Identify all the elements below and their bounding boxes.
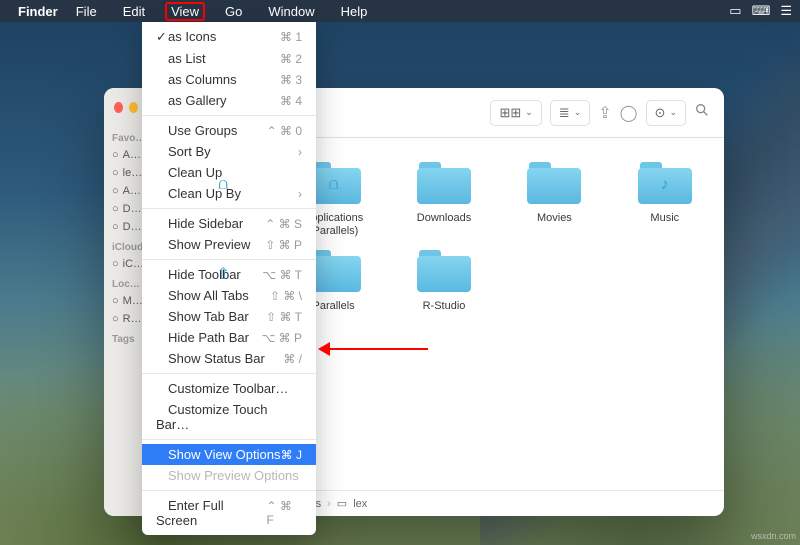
folder-icon — [413, 246, 475, 294]
menu-item[interactable]: Show Preview⇧ ⌘ P — [142, 234, 316, 255]
folder-label: Music — [650, 212, 679, 236]
folder-label: Parallels — [313, 300, 355, 324]
menubar: Finder File Edit View Go Window Help ▭ ⌨ ☰ — [0, 0, 800, 22]
menu-item[interactable]: Show View Options⌘ J — [142, 444, 316, 465]
menubar-item-go[interactable]: Go — [219, 2, 248, 21]
menu-item[interactable]: Clean Up — [142, 162, 316, 183]
folder-item[interactable]: Downloads — [391, 158, 497, 238]
keyboard-input-icon[interactable]: ⌨ — [752, 3, 771, 19]
menubar-item-file[interactable]: File — [70, 2, 103, 21]
menubar-item-edit[interactable]: Edit — [117, 2, 151, 21]
folder-label: Downloads — [417, 212, 471, 236]
menu-item[interactable]: Enter Full Screen⌃ ⌘ F — [142, 495, 316, 531]
folder-label: Movies — [537, 212, 572, 236]
menu-item[interactable]: Hide Sidebar⌃ ⌘ S — [142, 213, 316, 234]
menubar-item-window[interactable]: Window — [262, 2, 320, 21]
folder-icon — [413, 158, 475, 206]
group-by-button[interactable]: ≣ ⌄ — [550, 100, 590, 126]
folder-item[interactable]: Movies — [501, 158, 607, 238]
app-name[interactable]: Finder — [18, 4, 58, 19]
path-segment[interactable]: lex — [353, 498, 367, 510]
menu-extra-icon[interactable]: ☰ — [780, 3, 792, 19]
folder-icon — [523, 158, 585, 206]
view-mode-button[interactable]: ⊞⊞ ⌄ — [490, 100, 541, 126]
folder-label: R-Studio — [423, 300, 466, 324]
folder-icon: ▭ — [337, 497, 347, 510]
menu-item[interactable]: as List⌘ 2 — [142, 48, 316, 69]
menu-item[interactable]: as Gallery⌘ 4 — [142, 90, 316, 111]
action-menu-button[interactable]: ⊙ ⌄ — [646, 100, 686, 126]
menu-item: Show Preview Options — [142, 465, 316, 486]
menubar-item-help[interactable]: Help — [335, 2, 374, 21]
folder-icon: ♪ — [634, 158, 696, 206]
folder-item[interactable]: R-Studio — [391, 246, 497, 324]
menu-item[interactable]: Sort By› — [142, 141, 316, 162]
menu-item[interactable]: Show All Tabs⇧ ⌘ \ — [142, 285, 316, 306]
control-center-icon[interactable]: ▭ — [729, 3, 741, 19]
menu-item[interactable]: Clean Up By› — [142, 183, 316, 204]
tags-icon[interactable]: ◯ — [620, 103, 638, 123]
watermark: wsxdn.com — [751, 531, 796, 541]
menu-item[interactable]: Hide Path Bar⌥ ⌘ P — [142, 327, 316, 348]
close-icon[interactable] — [114, 102, 123, 113]
share-icon[interactable]: ⇪ — [598, 103, 611, 123]
menu-item[interactable]: Show Tab Bar⇧ ⌘ T — [142, 306, 316, 327]
menu-item[interactable]: Use Groups⌃ ⌘ 0 — [142, 120, 316, 141]
annotation-arrow — [318, 342, 428, 356]
folder-item[interactable]: ♪ Music — [612, 158, 718, 238]
menubar-item-view[interactable]: View — [165, 2, 205, 21]
search-icon[interactable] — [694, 102, 710, 123]
menu-item[interactable]: Customize Touch Bar… — [142, 399, 316, 435]
menu-item[interactable]: ✓as Icons⌘ 1 — [142, 26, 316, 48]
menu-item[interactable]: Customize Toolbar… — [142, 378, 316, 399]
menu-item[interactable]: Show Status Bar⌘ / — [142, 348, 316, 369]
menu-item[interactable]: as Columns⌘ 3 — [142, 69, 316, 90]
minimize-icon[interactable] — [129, 102, 138, 113]
